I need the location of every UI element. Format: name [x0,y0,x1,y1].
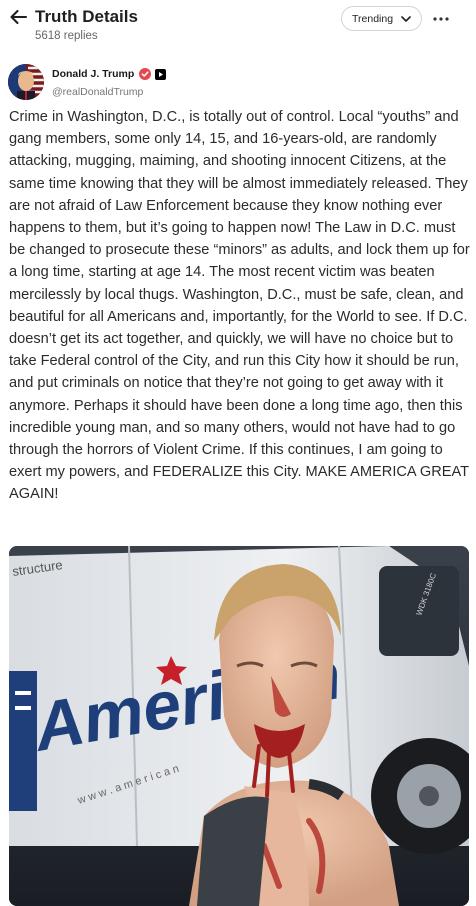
post-text: Crime in Washington, D.C., is totally ou… [9,109,470,503]
chevron-down-icon [401,16,411,22]
sort-dropdown[interactable]: Trending [341,6,422,31]
verified-badge-icon [139,68,152,80]
author-handle[interactable]: @realDonaldTrump [52,86,143,98]
more-options-icon[interactable] [428,6,453,31]
post-image[interactable]: American structure w w w . a m e r i c a… [9,546,469,906]
page-title: Truth Details [35,7,138,26]
back-arrow-icon[interactable] [8,6,30,28]
avatar[interactable] [8,64,44,100]
media-badge-icon [155,68,167,80]
author-row: Donald J. Trump [52,68,167,80]
author-name[interactable]: Donald J. Trump [52,68,134,80]
top-bar: Truth Details 5618 replies Trending [0,0,476,48]
sort-label: Trending [352,12,394,25]
reply-count: 5618 replies [35,30,98,42]
